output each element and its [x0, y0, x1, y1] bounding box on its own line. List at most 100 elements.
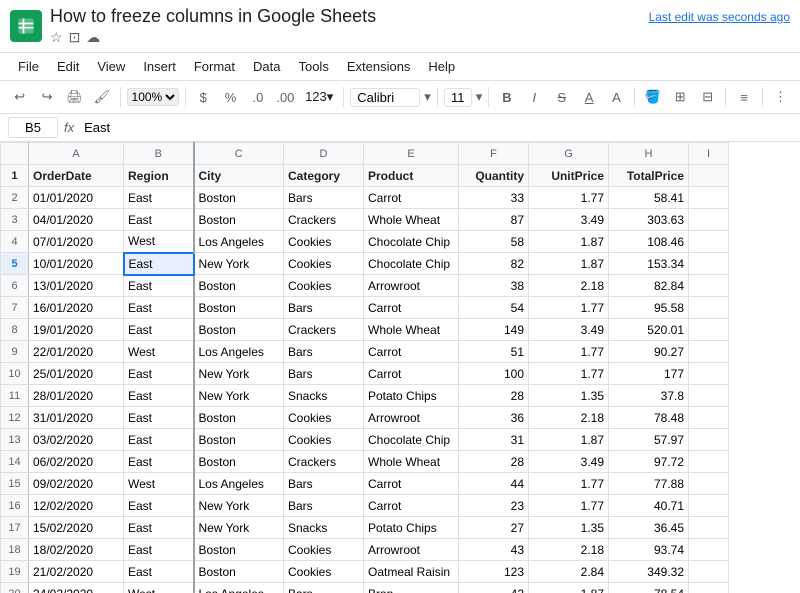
cell-city[interactable]: New York	[194, 253, 284, 275]
percent-button[interactable]: %	[219, 85, 242, 109]
last-edit[interactable]: Last edit was seconds ago	[649, 6, 790, 24]
cell-city[interactable]: Los Angeles	[194, 583, 284, 593]
cell-city[interactable]: New York	[194, 495, 284, 517]
cell-unitprice[interactable]: 3.49	[529, 209, 609, 231]
cell-category[interactable]: Cookies	[284, 539, 364, 561]
cell-totalprice[interactable]: 82.84	[609, 275, 689, 297]
print-button[interactable]: 🖨	[63, 85, 86, 109]
col-header-b[interactable]: B	[124, 143, 194, 165]
cell-unitprice[interactable]: 2.18	[529, 407, 609, 429]
cell-orderdate[interactable]: 07/01/2020	[29, 231, 124, 253]
header-totalprice[interactable]: TotalPrice	[609, 165, 689, 187]
cell-product[interactable]: Oatmeal Raisin	[364, 561, 459, 583]
cell-totalprice[interactable]: 57.97	[609, 429, 689, 451]
cell-unitprice[interactable]: 2.18	[529, 539, 609, 561]
paint-format-button[interactable]: 🖌	[90, 85, 113, 109]
cell-orderdate[interactable]: 15/02/2020	[29, 517, 124, 539]
cell-category[interactable]: Cookies	[284, 253, 364, 275]
cell-city[interactable]: Los Angeles	[194, 231, 284, 253]
cell-quantity[interactable]: 149	[459, 319, 529, 341]
cell-region[interactable]: East	[124, 407, 194, 429]
cell-region[interactable]: East	[124, 253, 194, 275]
cell-quantity[interactable]: 54	[459, 297, 529, 319]
cell-region[interactable]: East	[124, 385, 194, 407]
currency-button[interactable]: $	[192, 85, 215, 109]
col-header-i[interactable]: I	[689, 143, 729, 165]
cell-region[interactable]: East	[124, 561, 194, 583]
cell-region[interactable]: East	[124, 209, 194, 231]
cell-category[interactable]: Bars	[284, 297, 364, 319]
cell-product[interactable]: Arrowroot	[364, 275, 459, 297]
cell-quantity[interactable]: 28	[459, 385, 529, 407]
cell-quantity[interactable]: 51	[459, 341, 529, 363]
cell-region[interactable]: East	[124, 495, 194, 517]
cell-unitprice[interactable]: 3.49	[529, 319, 609, 341]
cell-unitprice[interactable]: 1.87	[529, 429, 609, 451]
underline-button[interactable]: A	[577, 85, 600, 109]
cell-city[interactable]: Boston	[194, 209, 284, 231]
cell-quantity[interactable]: 100	[459, 363, 529, 385]
cell-product[interactable]: Arrowroot	[364, 539, 459, 561]
col-header-e[interactable]: E	[364, 143, 459, 165]
cell-unitprice[interactable]: 1.87	[529, 583, 609, 593]
cell-orderdate[interactable]: 19/01/2020	[29, 319, 124, 341]
cell-unitprice[interactable]: 1.77	[529, 495, 609, 517]
cell-unitprice[interactable]: 1.77	[529, 363, 609, 385]
cell-totalprice[interactable]: 37.8	[609, 385, 689, 407]
cell-quantity[interactable]: 82	[459, 253, 529, 275]
cell-product[interactable]: Whole Wheat	[364, 209, 459, 231]
cell-category[interactable]: Bars	[284, 341, 364, 363]
col-header-g[interactable]: G	[529, 143, 609, 165]
zoom-select[interactable]: 100%	[127, 88, 179, 106]
cell-unitprice[interactable]: 3.49	[529, 451, 609, 473]
cell-quantity[interactable]: 44	[459, 473, 529, 495]
menu-item-view[interactable]: View	[89, 55, 133, 78]
cell-unitprice[interactable]: 1.87	[529, 231, 609, 253]
cell-unitprice[interactable]: 1.35	[529, 385, 609, 407]
cell-category[interactable]: Bars	[284, 495, 364, 517]
cell-orderdate[interactable]: 03/02/2020	[29, 429, 124, 451]
cell-region[interactable]: East	[124, 275, 194, 297]
cell-unitprice[interactable]: 1.77	[529, 473, 609, 495]
cell-city[interactable]: Boston	[194, 319, 284, 341]
cell-quantity[interactable]: 23	[459, 495, 529, 517]
spreadsheet[interactable]: A B C D E F G H I 1 OrderDate Region Cit…	[0, 142, 800, 593]
cell-city[interactable]: New York	[194, 363, 284, 385]
cell-category[interactable]: Bars	[284, 473, 364, 495]
cell-quantity[interactable]: 42	[459, 583, 529, 593]
star-icon[interactable]: ☆	[50, 29, 63, 46]
cell-product[interactable]: Carrot	[364, 341, 459, 363]
redo-button[interactable]: ↪	[35, 85, 58, 109]
cell-region[interactable]: East	[124, 517, 194, 539]
folder-icon[interactable]: ⊡	[69, 29, 81, 46]
cell-city[interactable]: New York	[194, 517, 284, 539]
cell-totalprice[interactable]: 153.34	[609, 253, 689, 275]
cell-unitprice[interactable]: 1.35	[529, 517, 609, 539]
font-input[interactable]	[350, 88, 420, 107]
cell-orderdate[interactable]: 31/01/2020	[29, 407, 124, 429]
cell-unitprice[interactable]: 1.77	[529, 187, 609, 209]
cell-totalprice[interactable]: 95.58	[609, 297, 689, 319]
cell-category[interactable]: Bars	[284, 363, 364, 385]
decimal-more-button[interactable]: .00	[274, 85, 297, 109]
cell-totalprice[interactable]: 177	[609, 363, 689, 385]
formula-icon[interactable]: fx	[64, 120, 74, 135]
cell-totalprice[interactable]: 78.54	[609, 583, 689, 593]
cell-orderdate[interactable]: 16/01/2020	[29, 297, 124, 319]
menu-item-insert[interactable]: Insert	[135, 55, 184, 78]
cell-city[interactable]: Boston	[194, 451, 284, 473]
cell-totalprice[interactable]: 349.32	[609, 561, 689, 583]
cell-unitprice[interactable]: 1.77	[529, 297, 609, 319]
cell-city[interactable]: Boston	[194, 187, 284, 209]
cell-city[interactable]: Los Angeles	[194, 473, 284, 495]
cell-quantity[interactable]: 28	[459, 451, 529, 473]
cell-totalprice[interactable]: 520.01	[609, 319, 689, 341]
cell-orderdate[interactable]: 28/01/2020	[29, 385, 124, 407]
cell-totalprice[interactable]: 77.88	[609, 473, 689, 495]
formula-input[interactable]	[80, 118, 792, 137]
header-category[interactable]: Category	[284, 165, 364, 187]
decimal-less-button[interactable]: .0	[246, 85, 269, 109]
undo-button[interactable]: ↩	[8, 85, 31, 109]
cell-category[interactable]: Crackers	[284, 209, 364, 231]
align-button[interactable]: ≡	[732, 85, 755, 109]
